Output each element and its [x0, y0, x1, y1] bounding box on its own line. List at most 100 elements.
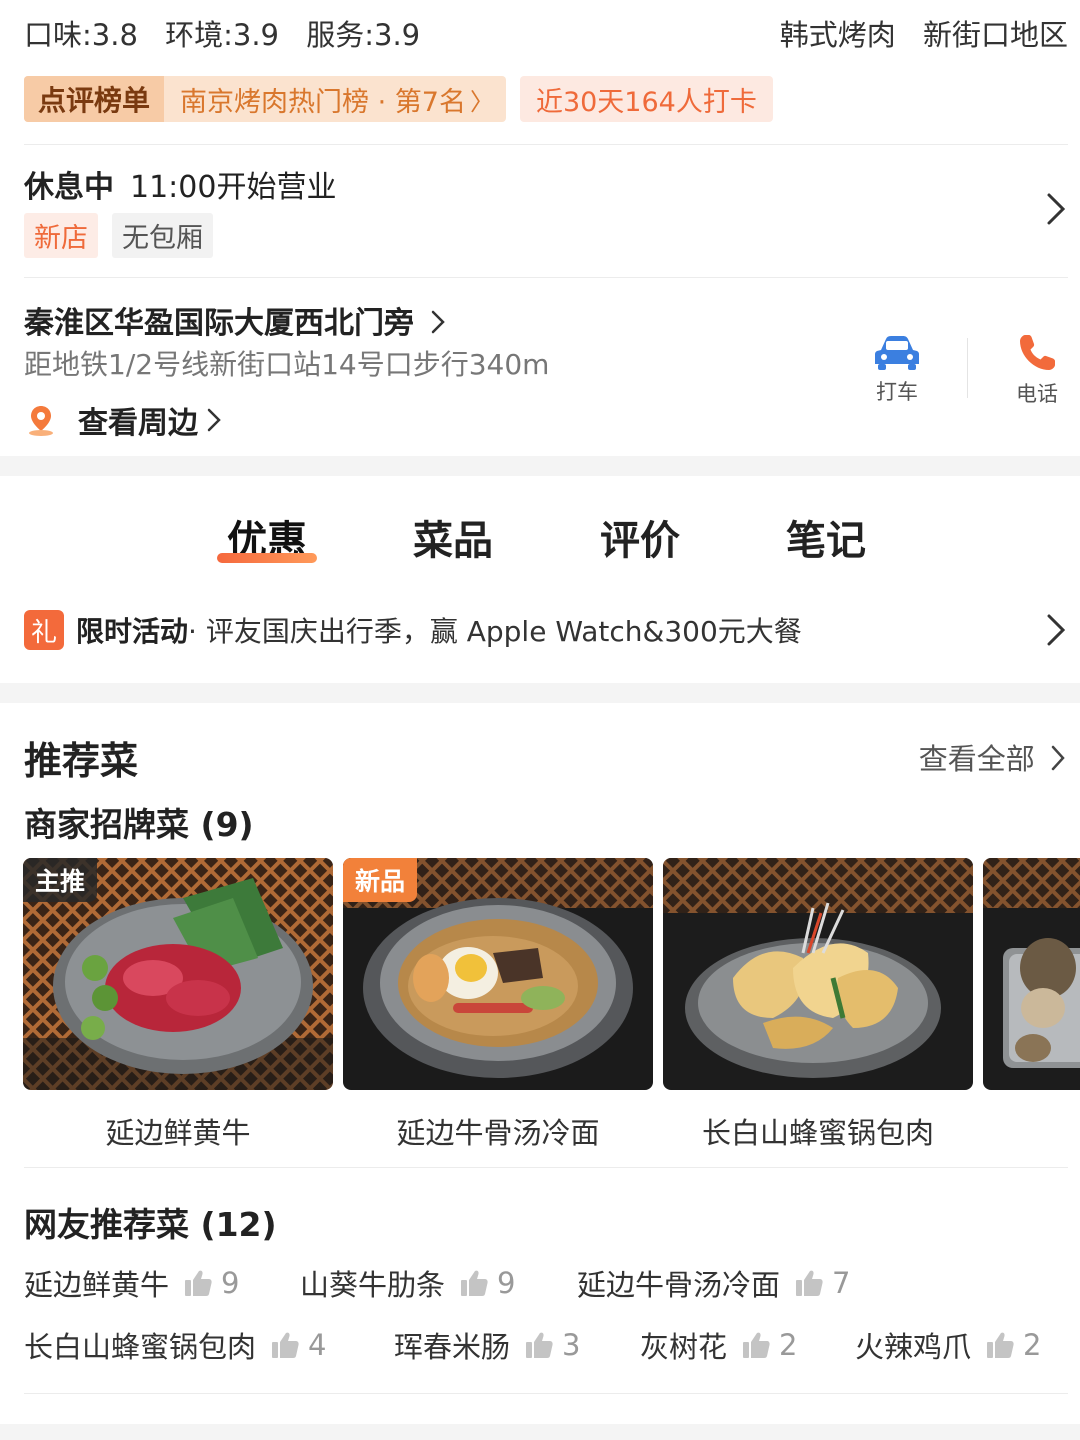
- user-dish-name: 山葵牛肋条: [300, 1268, 446, 1302]
- user-dish-name: 延边牛骨汤冷面: [577, 1268, 781, 1302]
- tab-notes[interactable]: 笔记: [773, 508, 879, 566]
- like-count: 2: [1023, 1328, 1042, 1362]
- dish-badge-featured: 主推: [23, 858, 98, 902]
- promo-text: · 评友国庆出行季，赢 Apple Watch&300元大餐: [188, 615, 802, 648]
- thumbs-up-icon: [272, 1332, 299, 1358]
- divider: [24, 144, 1068, 145]
- user-dish-item[interactable]: 火辣鸡爪 2: [855, 1324, 1041, 1366]
- divider: [24, 277, 1068, 278]
- car-icon: [875, 336, 919, 370]
- user-dish-item[interactable]: 灰树花 2: [640, 1324, 797, 1366]
- ranking-label: 点评榜单: [24, 76, 165, 122]
- chevron-right-icon[interactable]: [1046, 613, 1066, 651]
- ranking-text: 南京烤肉热门榜 · 第7名 〉: [164, 80, 506, 119]
- cuisine-area: 韩式烤肉 新街口地区: [762, 12, 1068, 54]
- section-gap: [0, 683, 1080, 703]
- environment-score: 环境:3.9: [165, 18, 279, 52]
- like-count: 9: [221, 1266, 240, 1300]
- thumbs-up-icon: [987, 1332, 1014, 1358]
- action-separator: [967, 338, 968, 398]
- ranking-badge[interactable]: 点评榜单 南京烤肉热门榜 · 第7名 〉: [24, 76, 506, 122]
- thumbs-up-icon: [185, 1270, 212, 1296]
- recommend-title: 推荐菜: [24, 739, 139, 783]
- tag-new-shop: 新店: [24, 213, 98, 258]
- user-dish-item[interactable]: 珲春米肠 3: [394, 1324, 580, 1366]
- user-dish-item[interactable]: 山葵牛肋条 9: [300, 1262, 515, 1304]
- guobaorou-dish-photo: [663, 858, 973, 1090]
- chevron-right-icon: 〉: [469, 87, 494, 116]
- cuisine-type[interactable]: 韩式烤肉: [780, 18, 896, 52]
- dish-card-image[interactable]: [983, 858, 1080, 1090]
- dish-badge-new: 新品: [343, 858, 418, 902]
- area-name[interactable]: 新街口地区: [923, 18, 1068, 52]
- thumbs-up-icon: [526, 1332, 553, 1358]
- location-pin-icon: [29, 406, 53, 436]
- dish-name[interactable]: 长白山蜂蜜锅包肉: [663, 1110, 973, 1152]
- user-dish-item[interactable]: 延边牛骨汤冷面 7: [577, 1262, 850, 1304]
- tab-dishes-label: 菜品: [413, 518, 493, 564]
- section-gap: [0, 456, 1080, 476]
- mushroom-dish-photo: [983, 858, 1080, 1090]
- metro-distance: 距地铁1/2号线新街口站14号口步行340m: [24, 348, 550, 381]
- address-text: 秦淮区华盈国际大厦西北门旁: [24, 306, 414, 341]
- tab-reviews-label: 评价: [600, 518, 680, 564]
- dish-card-image[interactable]: 主推: [23, 858, 333, 1090]
- signature-dishes-title: 商家招牌菜 (9): [24, 805, 254, 844]
- nearby-label: 查看周边: [78, 406, 198, 441]
- promo-title: 限时活动: [76, 615, 189, 648]
- taste-score: 口味:3.8: [24, 18, 138, 52]
- service-score: 服务:3.9: [306, 18, 421, 52]
- dish-name[interactable]: 延边鲜黄牛: [23, 1110, 333, 1152]
- status-state: 休息中: [24, 170, 114, 205]
- chevron-right-icon: [1051, 745, 1065, 771]
- user-dish-name: 延边鲜黄牛: [24, 1268, 170, 1302]
- user-dish-name: 珲春米肠: [394, 1330, 511, 1364]
- phone-button[interactable]: 电话: [992, 332, 1080, 408]
- gift-icon: 礼: [24, 610, 64, 650]
- dish-card-image[interactable]: [663, 858, 973, 1090]
- user-dish-name: 火辣鸡爪: [855, 1330, 972, 1364]
- divider: [24, 1167, 1068, 1168]
- like-count: 7: [832, 1266, 851, 1300]
- dish-name[interactable]: 延边牛骨汤冷面: [343, 1110, 653, 1152]
- active-tab-indicator: [217, 553, 317, 563]
- promo-banner[interactable]: 礼 限时活动 · 评友国庆出行季，赢 Apple Watch&300元大餐: [24, 610, 802, 650]
- user-recommend-title: 网友推荐菜 (12): [24, 1205, 277, 1244]
- checkin-badge[interactable]: 近30天164人打卡: [519, 76, 773, 122]
- phone-icon: [1020, 335, 1055, 370]
- ranking-row: 点评榜单 南京烤肉热门榜 · 第7名 〉 近30天164人打卡: [24, 76, 773, 122]
- shop-tags: 新店 无包厢: [24, 213, 227, 258]
- like-count: 4: [308, 1328, 327, 1362]
- tag-no-private-room: 无包厢: [112, 213, 213, 258]
- tab-reviews[interactable]: 评价: [587, 508, 693, 566]
- like-count: 3: [562, 1328, 581, 1362]
- status-hours: 11:00开始营业: [130, 170, 337, 205]
- business-status[interactable]: 休息中 11:00开始营业: [24, 162, 336, 206]
- user-dish-item[interactable]: 长白山蜂蜜锅包肉 4: [24, 1324, 326, 1366]
- chevron-right-icon: [432, 310, 446, 334]
- dish-card-image[interactable]: 新品: [343, 858, 653, 1090]
- like-count: 2: [779, 1328, 798, 1362]
- user-dish-item[interactable]: 延边鲜黄牛 9: [24, 1262, 239, 1304]
- address-line[interactable]: 秦淮区华盈国际大厦西北门旁: [24, 298, 446, 342]
- chevron-right-icon: [207, 408, 221, 432]
- like-count: 9: [497, 1266, 516, 1300]
- ranking-text-label: 南京烤肉热门榜 · 第7名: [180, 86, 466, 118]
- rating-scores: 口味:3.8 环境:3.9 服务:3.9: [24, 12, 438, 54]
- phone-label: 电话: [1016, 382, 1058, 406]
- tab-dishes[interactable]: 菜品: [400, 508, 506, 566]
- thumbs-up-icon: [796, 1270, 823, 1296]
- divider: [24, 1393, 1068, 1394]
- tab-notes-label: 笔记: [786, 518, 866, 564]
- chevron-right-icon[interactable]: [1046, 192, 1066, 235]
- thumbs-up-icon: [461, 1270, 488, 1296]
- taxi-button[interactable]: 打车: [852, 332, 942, 406]
- thumbs-up-icon: [743, 1332, 770, 1358]
- nearby-link[interactable]: 查看周边: [24, 398, 222, 442]
- section-gap: [0, 1424, 1080, 1440]
- view-all-link[interactable]: 查看全部: [919, 736, 1066, 778]
- user-dish-name: 长白山蜂蜜锅包肉: [24, 1330, 257, 1364]
- taxi-label: 打车: [876, 380, 918, 404]
- user-dish-name: 灰树花: [640, 1330, 728, 1364]
- view-all-label: 查看全部: [918, 742, 1035, 776]
